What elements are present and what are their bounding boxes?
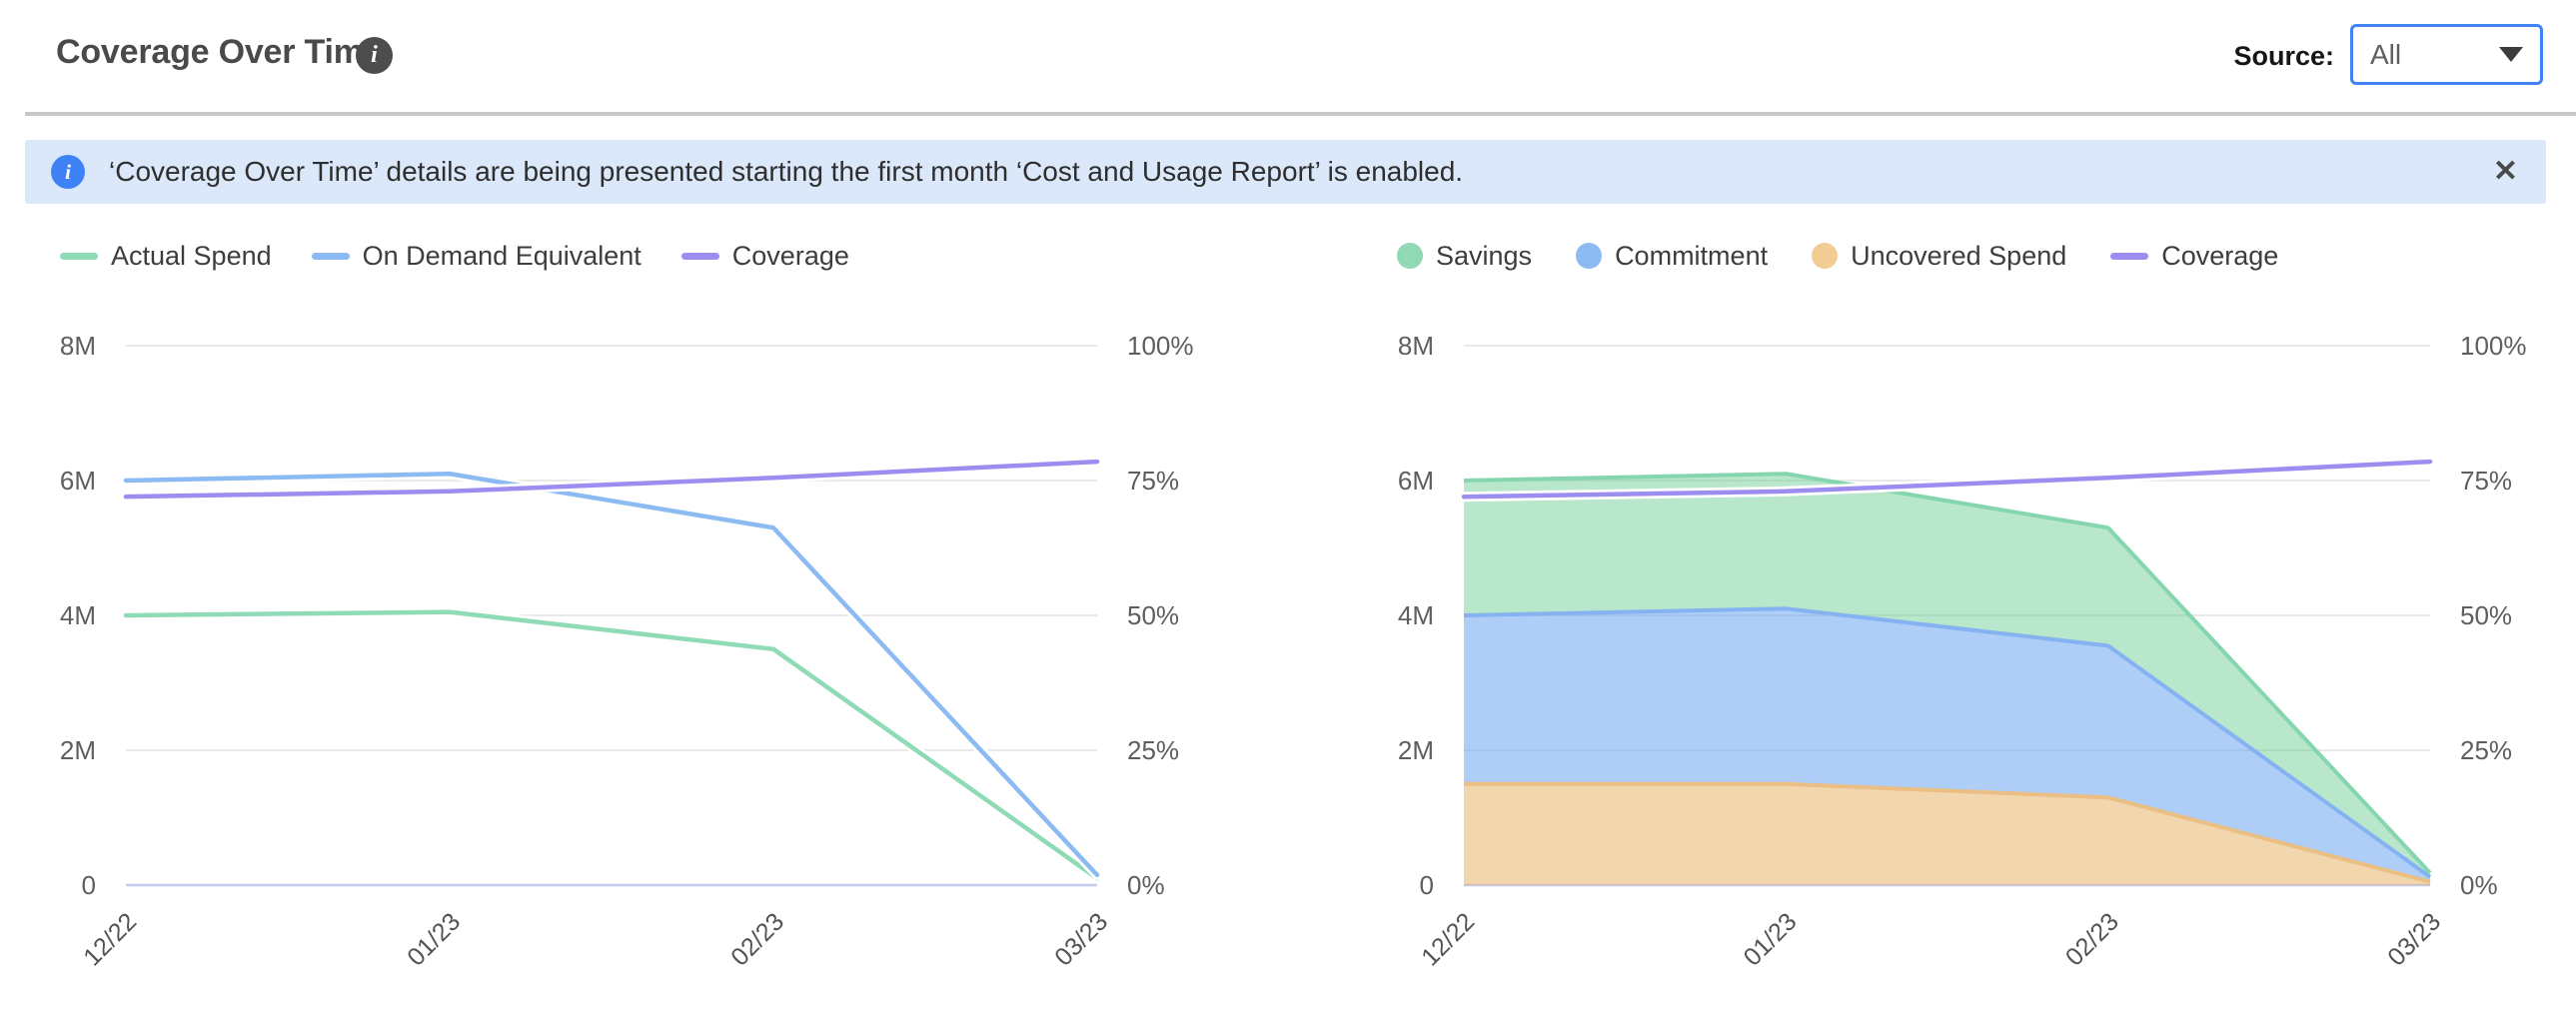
legend-label: Coverage bbox=[2161, 241, 2278, 272]
y-axis-right-label: 100% bbox=[2460, 331, 2527, 361]
y-axis-left-label: 0 bbox=[82, 870, 96, 900]
left-chart-legend: Actual Spend On Demand Equivalent Coverage bbox=[60, 237, 849, 275]
info-icon[interactable]: i bbox=[356, 37, 393, 74]
legend-label: Actual Spend bbox=[111, 241, 272, 272]
y-axis-left-label: 8M bbox=[60, 331, 96, 361]
legend-item-actual-spend[interactable]: Actual Spend bbox=[60, 241, 272, 272]
legend-item-uncovered-spend[interactable]: Uncovered Spend bbox=[1812, 241, 2066, 272]
y-axis-right-label: 50% bbox=[2460, 600, 2512, 630]
series-line-on-demand-equivalent bbox=[126, 474, 1097, 875]
y-axis-right-label: 25% bbox=[2460, 735, 2512, 765]
legend-item-coverage[interactable]: Coverage bbox=[681, 241, 849, 272]
y-axis-right-label: 25% bbox=[1127, 735, 1179, 765]
line-casing-on-demand-equivalent bbox=[126, 474, 1097, 875]
legend-label: On Demand Equivalent bbox=[363, 241, 642, 272]
x-axis-label: 02/23 bbox=[2060, 907, 2124, 971]
x-axis-label: 01/23 bbox=[1739, 907, 1803, 971]
legend-item-commitment[interactable]: Commitment bbox=[1576, 241, 1768, 272]
series-line-actual-spend bbox=[126, 612, 1097, 879]
spend-coverage-line-chart[interactable]: 8M 100% 6M 75% 4M 50% 2M 25% 0 0% 12/22 01/23 02/23 0… bbox=[0, 300, 1289, 999]
chevron-down-icon bbox=[2499, 47, 2523, 62]
legend-label: Coverage bbox=[732, 241, 849, 272]
source-select[interactable]: All bbox=[2350, 24, 2543, 85]
legend-label: Savings bbox=[1436, 241, 1532, 272]
y-axis-right-label: 50% bbox=[1127, 600, 1179, 630]
info-circle-icon: i bbox=[51, 155, 85, 189]
y-axis-left-label: 4M bbox=[60, 600, 96, 630]
legend-item-on-demand-equivalent[interactable]: On Demand Equivalent bbox=[312, 241, 642, 272]
banner-message: ‘Coverage Over Time’ details are being p… bbox=[109, 156, 1463, 188]
legend-line-swatch bbox=[2110, 253, 2148, 260]
legend-item-coverage[interactable]: Coverage bbox=[2110, 241, 2278, 272]
right-chart-legend: Savings Commitment Uncovered Spend Coverage bbox=[1397, 237, 2278, 275]
source-label: Source: bbox=[2138, 41, 2334, 72]
y-axis-left-label: 2M bbox=[1398, 735, 1434, 765]
y-axis-left-label: 6M bbox=[60, 466, 96, 496]
y-axis-left-label: 6M bbox=[1398, 466, 1434, 496]
page-title: Coverage Over Time bbox=[56, 33, 383, 72]
x-axis-label: 12/22 bbox=[78, 907, 142, 971]
x-axis-label: 12/22 bbox=[1416, 907, 1480, 971]
x-axis-label: 02/23 bbox=[725, 907, 789, 971]
savings-stack-area-chart[interactable]: 8M 100% 6M 75% 4M 50% 2M 25% 0 0% 12/22 01/23 02/23 0… bbox=[1329, 300, 2576, 999]
x-axis-label: 03/23 bbox=[2382, 907, 2446, 971]
y-axis-right-label: 100% bbox=[1127, 331, 1194, 361]
legend-line-swatch bbox=[312, 253, 350, 260]
legend-dot-swatch bbox=[1576, 243, 1602, 269]
info-banner: i ‘Coverage Over Time’ details are being… bbox=[25, 140, 2546, 204]
close-icon[interactable]: ✕ bbox=[2493, 157, 2518, 187]
y-axis-left-label: 4M bbox=[1398, 600, 1434, 630]
y-axis-right-label: 75% bbox=[1127, 466, 1179, 496]
legend-dot-swatch bbox=[1812, 243, 1838, 269]
y-axis-right-label: 0% bbox=[2460, 870, 2498, 900]
y-axis-right-label: 75% bbox=[2460, 466, 2512, 496]
line-casing-actual-spend bbox=[126, 612, 1097, 879]
y-axis-left-label: 2M bbox=[60, 735, 96, 765]
legend-label: Commitment bbox=[1615, 241, 1768, 272]
x-axis-label: 01/23 bbox=[402, 907, 466, 971]
x-axis-label: 03/23 bbox=[1049, 907, 1113, 971]
y-axis-right-label: 0% bbox=[1127, 870, 1165, 900]
source-selected-value: All bbox=[2370, 39, 2401, 71]
legend-line-swatch bbox=[681, 253, 719, 260]
y-axis-left-label: 0 bbox=[1420, 870, 1434, 900]
header-divider bbox=[25, 112, 2576, 116]
info-icon-glyph: i bbox=[371, 42, 378, 69]
legend-label: Uncovered Spend bbox=[1851, 241, 2066, 272]
legend-dot-swatch bbox=[1397, 243, 1423, 269]
info-circle-glyph: i bbox=[65, 160, 71, 185]
legend-line-swatch bbox=[60, 253, 98, 260]
y-axis-left-label: 8M bbox=[1398, 331, 1434, 361]
legend-item-savings[interactable]: Savings bbox=[1397, 241, 1532, 272]
